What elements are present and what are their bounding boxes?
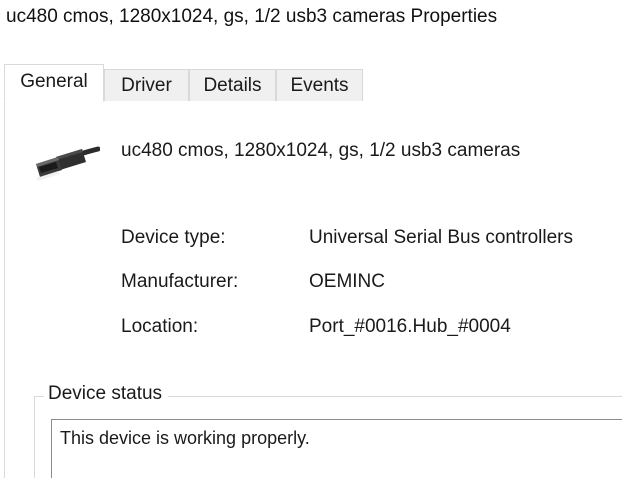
tab-general[interactable]: General <box>4 64 104 102</box>
manufacturer-value: OEMINC <box>309 271 385 292</box>
manufacturer-label: Manufacturer: <box>121 271 239 292</box>
tab-strip: General Driver Details Events <box>4 64 622 102</box>
device-type-label: Device type: <box>121 227 226 248</box>
device-status-text: This device is working properly. <box>60 428 310 448</box>
location-label: Location: <box>121 316 199 337</box>
device-type-value: Universal Serial Bus controllers <box>309 227 573 248</box>
usb-connector-icon <box>30 140 101 194</box>
device-name: uc480 cmos, 1280x1024, gs, 1/2 usb3 came… <box>121 140 521 161</box>
properties-dialog: uc480 cmos, 1280x1024, gs, 1/2 usb3 came… <box>0 0 622 478</box>
tab-driver[interactable]: Driver <box>104 69 189 102</box>
window-title: uc480 cmos, 1280x1024, gs, 1/2 usb3 came… <box>6 6 498 27</box>
location-value: Port_#0016.Hub_#0004 <box>309 316 511 337</box>
tab-details[interactable]: Details <box>189 69 276 102</box>
device-status-textbox[interactable]: This device is working properly. <box>51 419 622 478</box>
device-status-title: Device status <box>44 383 169 405</box>
tab-events[interactable]: Events <box>276 69 363 102</box>
